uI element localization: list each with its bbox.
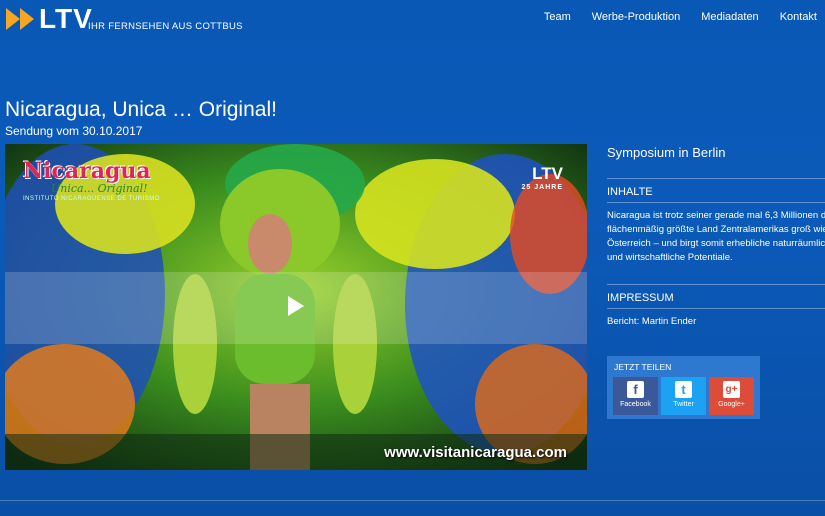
nicaragua-brand-institute: INSTITUTO NICARAGÜENSE DE TURISMO xyxy=(23,196,160,202)
fast-forward-logo-icon xyxy=(6,8,34,30)
impressum-text: Bericht: Martin Ender xyxy=(607,316,697,327)
sidebar-topic: Symposium in Berlin xyxy=(607,145,726,160)
main-nav: Team Werbe-Produktion Mediadaten Kontakt xyxy=(544,11,817,23)
facebook-label: Facebook xyxy=(620,401,651,408)
content-description: Nicaragua ist trotz seiner gerade mal 6,… xyxy=(607,210,825,263)
nav-mediadaten[interactable]: Mediadaten xyxy=(701,11,759,23)
video-url-overlay: www.visitanicaragua.com xyxy=(384,444,567,461)
twitter-share-button[interactable]: t Twitter xyxy=(661,377,706,415)
site-logo[interactable]: LTV IHR FERNSEHEN AUS COTTBUS xyxy=(6,3,242,34)
play-icon[interactable] xyxy=(288,296,304,316)
facebook-share-button[interactable]: f Facebook xyxy=(613,377,658,415)
divider xyxy=(607,308,825,309)
play-overlay[interactable] xyxy=(5,272,587,344)
page-title: Nicaragua, Unica … Original! xyxy=(5,98,277,121)
logo-tagline: IHR FERNSEHEN AUS COTTBUS xyxy=(88,21,243,32)
broadcast-date: Sendung vom 30.10.2017 xyxy=(5,124,143,138)
google-plus-share-button[interactable]: g+ Google+ xyxy=(709,377,754,415)
inhalte-heading: INHALTE xyxy=(607,186,653,198)
share-heading: JETZT TEILEN xyxy=(614,362,672,372)
nav-team[interactable]: Team xyxy=(544,11,571,23)
channel-watermark-sub: 25 JAHRE xyxy=(521,184,563,191)
footer-divider xyxy=(0,500,825,501)
logo-text: LTV xyxy=(39,3,93,34)
impressum-heading: IMPRESSUM xyxy=(607,292,674,304)
google-plus-label: Google+ xyxy=(718,401,745,408)
google-plus-icon: g+ xyxy=(723,381,740,398)
video-player[interactable]: Nicaragua Unica... Original! INSTITUTO N… xyxy=(5,144,587,470)
nicaragua-brand-logo: Nicaragua xyxy=(23,158,151,184)
nicaragua-brand-slogan: Unica... Original! xyxy=(51,182,148,195)
nav-kontakt[interactable]: Kontakt xyxy=(780,11,817,23)
twitter-label: Twitter xyxy=(673,401,694,408)
channel-watermark: LTV xyxy=(532,164,563,183)
facebook-icon: f xyxy=(627,381,644,398)
divider xyxy=(607,178,825,179)
divider xyxy=(607,284,825,285)
divider xyxy=(607,202,825,203)
share-box: JETZT TEILEN f Facebook t Twitter g+ Goo… xyxy=(607,356,760,419)
twitter-icon: t xyxy=(675,381,692,398)
nav-werbe-produktion[interactable]: Werbe-Produktion xyxy=(592,11,680,23)
